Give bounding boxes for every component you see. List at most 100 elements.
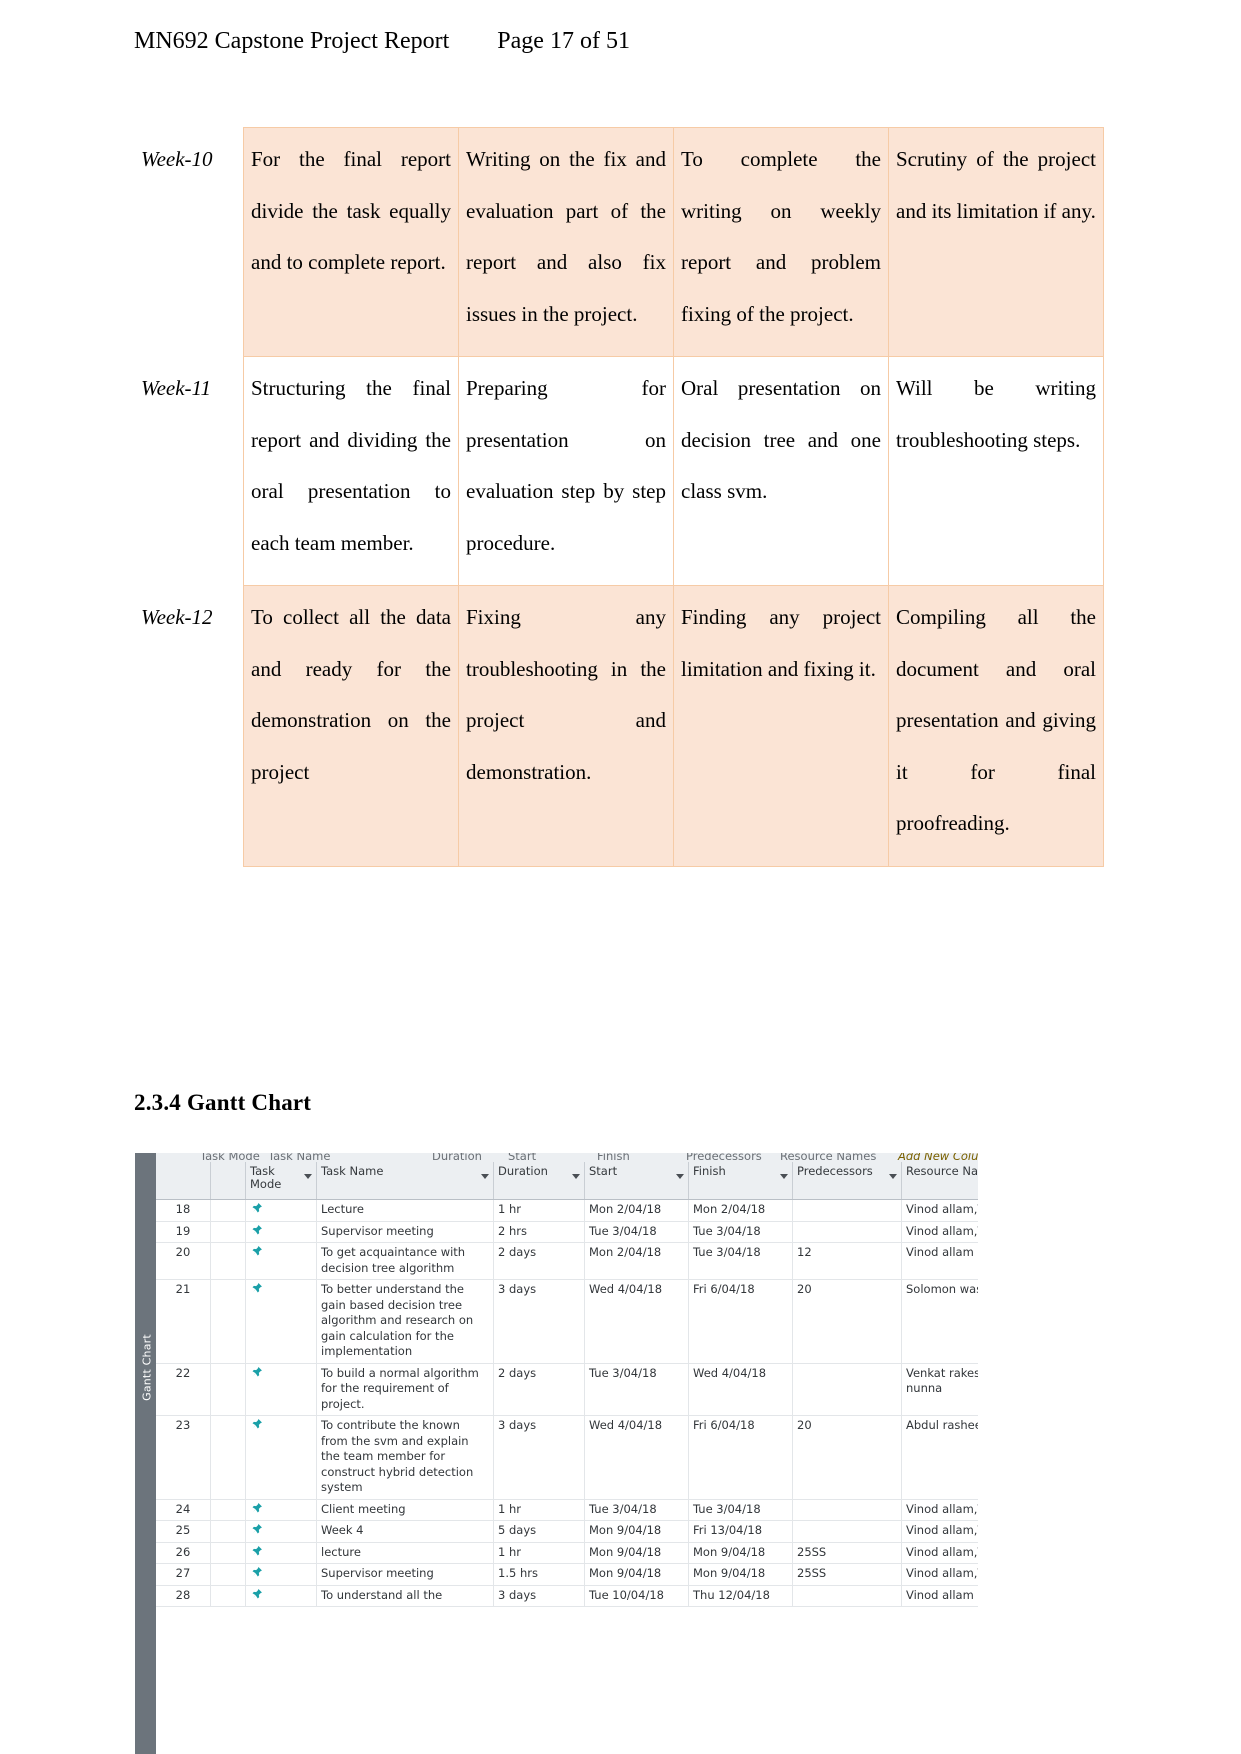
- task-row-number[interactable]: 18: [156, 1199, 211, 1222]
- chevron-down-icon[interactable]: [481, 1174, 489, 1179]
- task-duration-cell[interactable]: 2 days: [493, 1242, 585, 1280]
- task-indicator-cell[interactable]: [210, 1520, 246, 1543]
- column-header-predecessors[interactable]: Predecessors: [792, 1162, 902, 1200]
- task-duration-cell[interactable]: 1 hr: [493, 1542, 585, 1564]
- task-indicator-cell[interactable]: [210, 1221, 246, 1243]
- task-start-cell[interactable]: Mon 2/04/18: [584, 1242, 689, 1280]
- task-resource-names-cell[interactable]: Vinod allam: [901, 1242, 978, 1280]
- column-header-duration[interactable]: Duration: [493, 1162, 585, 1200]
- task-predecessors-cell[interactable]: [792, 1520, 902, 1543]
- task-duration-cell[interactable]: 5 days: [493, 1520, 585, 1543]
- task-resource-names-cell[interactable]: Venkat rakesh nunna: [901, 1363, 978, 1416]
- task-mode-cell[interactable]: [245, 1363, 317, 1416]
- task-predecessors-cell[interactable]: [792, 1585, 902, 1607]
- task-resource-names-cell[interactable]: Vinod allam,Venka: [901, 1542, 978, 1564]
- task-duration-cell[interactable]: 2 days: [493, 1363, 585, 1416]
- view-bar[interactable]: Gantt Chart: [135, 1153, 156, 1754]
- task-finish-cell[interactable]: Mon 9/04/18: [688, 1563, 793, 1586]
- task-mode-cell[interactable]: [245, 1415, 317, 1500]
- table-row[interactable]: 20 To get acquaintance with decision tree…: [156, 1242, 978, 1280]
- task-resource-names-cell[interactable]: Vinod allam,Venka: [901, 1199, 978, 1222]
- task-finish-cell[interactable]: Fri 6/04/18: [688, 1279, 793, 1364]
- task-finish-cell[interactable]: Tue 3/04/18: [688, 1221, 793, 1243]
- task-start-cell[interactable]: Mon 9/04/18: [584, 1520, 689, 1543]
- task-resource-names-cell[interactable]: Vinod allam,Venka: [901, 1563, 978, 1586]
- task-duration-cell[interactable]: 1 hr: [493, 1499, 585, 1521]
- task-finish-cell[interactable]: Mon 2/04/18: [688, 1199, 793, 1222]
- task-indicator-cell[interactable]: [210, 1499, 246, 1521]
- task-row-number[interactable]: 25: [156, 1520, 211, 1543]
- task-duration-cell[interactable]: 3 days: [493, 1585, 585, 1607]
- task-finish-cell[interactable]: Tue 3/04/18: [688, 1242, 793, 1280]
- task-name-cell[interactable]: Week 4: [316, 1520, 494, 1543]
- task-name-cell[interactable]: To contribute the known from the svm and…: [316, 1415, 494, 1500]
- column-header-task-name[interactable]: Task Name: [316, 1162, 494, 1200]
- task-row-number[interactable]: 27: [156, 1563, 211, 1586]
- task-resource-names-cell[interactable]: Vinod allam,Venka: [901, 1520, 978, 1543]
- table-row[interactable]: 23 To contribute the known from the svm a…: [156, 1415, 978, 1500]
- task-indicator-cell[interactable]: [210, 1279, 246, 1364]
- task-name-cell[interactable]: To get acquaintance with decision tree a…: [316, 1242, 494, 1280]
- task-indicator-cell[interactable]: [210, 1363, 246, 1416]
- task-finish-cell[interactable]: Fri 6/04/18: [688, 1415, 793, 1500]
- task-predecessors-cell[interactable]: 12: [792, 1242, 902, 1280]
- column-header-task-mode[interactable]: Task Mode: [245, 1162, 317, 1200]
- chevron-down-icon[interactable]: [572, 1174, 580, 1179]
- chevron-down-icon[interactable]: [304, 1174, 312, 1179]
- task-mode-cell[interactable]: [245, 1520, 317, 1543]
- task-predecessors-cell[interactable]: [792, 1221, 902, 1243]
- task-row-number[interactable]: 28: [156, 1585, 211, 1607]
- column-header-resource-names[interactable]: Resource Names: [901, 1162, 978, 1200]
- task-name-cell[interactable]: To better understand the gain based deci…: [316, 1279, 494, 1364]
- task-resource-names-cell[interactable]: Abdul rasheed: [901, 1415, 978, 1500]
- task-name-cell[interactable]: To build a normal algorithm for the requ…: [316, 1363, 494, 1416]
- task-mode-cell[interactable]: [245, 1199, 317, 1222]
- task-duration-cell[interactable]: 2 hrs: [493, 1221, 585, 1243]
- task-duration-cell[interactable]: 1.5 hrs: [493, 1563, 585, 1586]
- task-start-cell[interactable]: Tue 3/04/18: [584, 1363, 689, 1416]
- task-row-number[interactable]: 26: [156, 1542, 211, 1564]
- task-predecessors-cell[interactable]: 20: [792, 1279, 902, 1364]
- task-start-cell[interactable]: Mon 9/04/18: [584, 1563, 689, 1586]
- task-start-cell[interactable]: Wed 4/04/18: [584, 1279, 689, 1364]
- task-predecessors-cell[interactable]: [792, 1363, 902, 1416]
- task-name-cell[interactable]: Supervisor meeting: [316, 1563, 494, 1586]
- table-row[interactable]: 25 Week 45 days Mon 9/04/18 Fri 13/04/18 Vin…: [156, 1520, 978, 1543]
- task-predecessors-cell[interactable]: [792, 1499, 902, 1521]
- task-finish-cell[interactable]: Fri 13/04/18: [688, 1520, 793, 1543]
- task-start-cell[interactable]: Tue 10/04/18: [584, 1585, 689, 1607]
- task-resource-names-cell[interactable]: Vinod allam,Venka: [901, 1221, 978, 1243]
- task-row-number[interactable]: 24: [156, 1499, 211, 1521]
- task-resource-names-cell[interactable]: Vinod allam: [901, 1585, 978, 1607]
- task-name-cell[interactable]: Supervisor meeting: [316, 1221, 494, 1243]
- task-start-cell[interactable]: Mon 9/04/18: [584, 1542, 689, 1564]
- task-mode-cell[interactable]: [245, 1585, 317, 1607]
- column-header-start[interactable]: Start: [584, 1162, 689, 1200]
- task-name-cell[interactable]: To understand all the: [316, 1585, 494, 1607]
- task-finish-cell[interactable]: Wed 4/04/18: [688, 1363, 793, 1416]
- task-indicator-cell[interactable]: [210, 1542, 246, 1564]
- task-resource-names-cell[interactable]: Solomon waskar: [901, 1279, 978, 1364]
- table-row[interactable]: 18 Lecture 1 hr Mon 2/04/18 Mon 2/04/18 Vinod…: [156, 1199, 978, 1222]
- table-row[interactable]: 19 Supervisor meeting 2 hrs Tue 3/04/18 Tue …: [156, 1221, 978, 1243]
- task-duration-cell[interactable]: 3 days: [493, 1415, 585, 1500]
- task-finish-cell[interactable]: Tue 3/04/18: [688, 1499, 793, 1521]
- task-finish-cell[interactable]: Mon 9/04/18: [688, 1542, 793, 1564]
- table-row[interactable]: 21 To better understand the gain based de…: [156, 1279, 978, 1364]
- task-resource-names-cell[interactable]: Vinod allam,Venka: [901, 1499, 978, 1521]
- table-row[interactable]: 26 lecture 1 hr Mon 9/04/18 Mon 9/04/18 25SS V…: [156, 1542, 978, 1564]
- task-row-number[interactable]: 20: [156, 1242, 211, 1280]
- task-predecessors-cell[interactable]: 25SS: [792, 1542, 902, 1564]
- task-name-cell[interactable]: Lecture: [316, 1199, 494, 1222]
- task-mode-cell[interactable]: [245, 1499, 317, 1521]
- table-row[interactable]: 24 Client meeting 1 hr Tue 3/04/18 Tue 3/04/…: [156, 1499, 978, 1521]
- task-predecessors-cell[interactable]: 25SS: [792, 1563, 902, 1586]
- task-indicator-cell[interactable]: [210, 1199, 246, 1222]
- task-indicator-cell[interactable]: [210, 1585, 246, 1607]
- task-duration-cell[interactable]: 1 hr: [493, 1199, 585, 1222]
- task-predecessors-cell[interactable]: 20: [792, 1415, 902, 1500]
- task-duration-cell[interactable]: 3 days: [493, 1279, 585, 1364]
- task-mode-cell[interactable]: [245, 1542, 317, 1564]
- task-start-cell[interactable]: Mon 2/04/18: [584, 1199, 689, 1222]
- task-row-number[interactable]: 22: [156, 1363, 211, 1416]
